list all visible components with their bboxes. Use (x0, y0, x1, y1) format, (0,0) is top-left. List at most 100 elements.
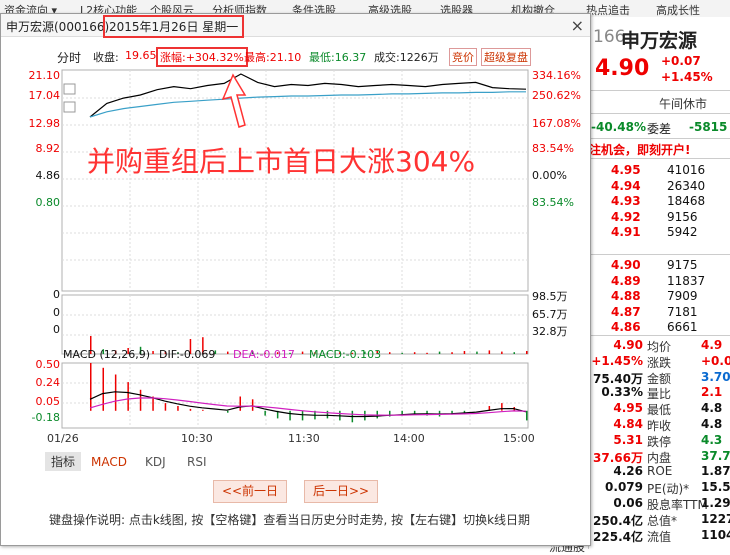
panel-frame (61, 69, 529, 292)
volume-axis-label: 65.7万 (532, 308, 568, 321)
volume-bar (413, 352, 416, 354)
stat-right: 1.29 (701, 496, 730, 510)
macd-axis-label: 0.05 (35, 395, 61, 408)
order-level-row: 4.88 7909 (589, 289, 730, 305)
order-level-row: 4.91 5942 (589, 225, 730, 241)
current-price: 4.90 (595, 56, 650, 81)
market-status: 午间休市 (659, 97, 708, 111)
panel-frame (61, 294, 529, 355)
volume-bar (227, 351, 229, 354)
quote-panel: 166 申万宏源 4.90 +0.07 +1.45% 午间休市 -40.48% … (549, 17, 730, 554)
time-axis-label: 10:30 (181, 432, 213, 445)
keyboard-help-text: 键盘操作说明: 点击k线图, 按【空格键】查看当日历史分时走势, 按【左右键】切… (49, 513, 531, 527)
level-volume: 6661 (667, 320, 698, 334)
volume-axis-label: 0 (53, 288, 60, 301)
stat-label: 总值* (647, 513, 678, 528)
super-replay-button[interactable]: 超级复盘 (481, 48, 531, 66)
stat-row: 4.95 最低 4.8 (589, 401, 730, 417)
dialog-title: 申万宏源(000166) (6, 20, 110, 34)
close-value: 19.65 (125, 49, 157, 62)
promo-link[interactable]: 注机会，即刻开户! (589, 141, 690, 158)
macd-bar (177, 406, 179, 411)
order-level-row: 4.86 6661 (589, 320, 730, 336)
macd-bar (501, 403, 503, 411)
price-axis-label: 4.86 (35, 169, 61, 182)
menu-item[interactable]: 高成长性 (656, 2, 700, 18)
bid-button[interactable]: 竞价 (449, 48, 477, 66)
divider (589, 138, 730, 139)
stat-label: 昨收 (647, 419, 672, 433)
divider (589, 90, 730, 91)
volume-value: 成交:1226万 (374, 51, 439, 64)
time-axis-label: 14:00 (393, 432, 425, 445)
divider (589, 158, 730, 159)
divider (589, 335, 730, 336)
stat-label: 流值 (647, 529, 672, 544)
macd-header-params: MACD (12,26,9) (63, 348, 151, 361)
low-value: 最低:16.37 (309, 51, 367, 64)
stat-row: 5.31 跌停 4.3 (589, 433, 730, 449)
stat-row: +1.45% 涨跌 +0.0 (589, 354, 730, 370)
stat-row: 4.26 ROE 1.87 (589, 464, 730, 480)
macd-bar (90, 363, 92, 411)
stat-left: 4.26 (613, 464, 643, 479)
prev-day-button[interactable]: <<前一日 (213, 480, 287, 503)
stat-label: 最低 (647, 403, 672, 418)
order-level-row: 4.94 26340 (589, 179, 730, 195)
volume-bar (401, 352, 403, 354)
stat-row: 37.66万 内盘 37.74 (589, 449, 730, 465)
macd-axis-label: 0.50 (35, 358, 61, 371)
date-display: 2015年1月26日 星期一 (103, 15, 245, 38)
divider (589, 113, 730, 114)
level-price: 4.92 (611, 209, 641, 224)
close-icon[interactable]: × (571, 16, 584, 35)
tab-kdj[interactable]: KDJ (145, 455, 166, 469)
dialog-titlebar: 申万宏源(000166) 2015年1月26日 星期一 × (1, 14, 590, 38)
stat-left: 225.4亿 (593, 529, 643, 544)
order-level-row: 4.90 9175 (589, 258, 730, 274)
tab-indicator[interactable]: 指标 (45, 452, 82, 471)
macd-bar (326, 410, 329, 419)
annotation-text: 并购重组后上市首日大涨304% (87, 145, 476, 178)
tab-macd[interactable]: MACD (91, 455, 127, 469)
volume-bar (301, 351, 304, 354)
stat-right: 15.5 (701, 480, 730, 495)
menu-item[interactable]: 热点追击 (586, 2, 630, 18)
macd-bar (202, 409, 204, 411)
level-volume: 18468 (667, 194, 706, 208)
macd-bar (139, 389, 142, 411)
macd-bar (227, 410, 229, 413)
level-volume: 11837 (667, 273, 706, 288)
level-volume: 7181 (667, 304, 698, 319)
expand-icon (63, 101, 76, 113)
stat-left: 250.4亿 (593, 513, 643, 528)
macd-bar (164, 403, 167, 411)
level-price: 4.95 (611, 163, 641, 177)
price-change-pct: +1.45% (661, 70, 713, 84)
macd-header-dea: DEA:-0.017 (233, 348, 295, 361)
next-day-button[interactable]: 后一日>> (304, 480, 378, 503)
macd-bar (526, 410, 528, 421)
macd-bar (289, 410, 291, 421)
pct-axis-label: 167.08% (532, 117, 581, 130)
info-bar: 分时 收盘: 19.65 涨幅:+304.32% 最高:21.10 最低:16.… (1, 47, 590, 67)
dif-line (89, 391, 527, 418)
stat-left: 0.079 (605, 480, 643, 495)
stat-label: 量比 (647, 387, 672, 402)
order-level-row: 4.95 41016 (589, 163, 730, 179)
order-level-row: 4.93 18468 (589, 194, 730, 210)
stat-right: 3.70 (701, 369, 730, 384)
close-label: 收盘: (93, 51, 119, 64)
tab-rsi[interactable]: RSI (187, 455, 207, 469)
stat-row: 225.4亿 流值 1104 (589, 528, 730, 544)
stat-right: 2.1 (701, 385, 723, 400)
macd-bar (239, 396, 241, 411)
pct-axis-label: 83.54% (532, 196, 574, 209)
level-volume: 9175 (667, 258, 698, 272)
stat-label: 均价 (647, 340, 672, 354)
stat-left: 5.31 (613, 432, 643, 447)
level-price: 4.89 (611, 273, 641, 288)
price-axis-label: 8.92 (35, 142, 61, 155)
intraday-chart[interactable] (1, 65, 590, 455)
macd-header-dif: DIF:-0.069 (159, 348, 216, 361)
